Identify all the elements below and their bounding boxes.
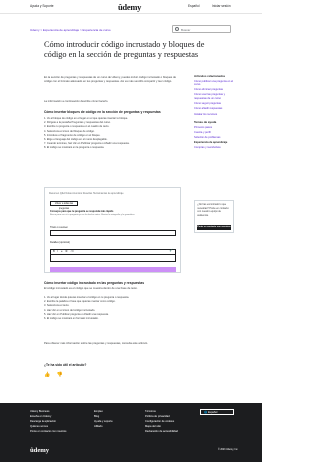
- details-textarea: [50, 254, 176, 262]
- qa-screenshot: Resumen Q&A Notas Anuncios Reseñas Herra…: [44, 187, 181, 273]
- section-heading-code-blocks: Cómo insertar bloques de código en la se…: [44, 110, 161, 114]
- footer-logo[interactable]: ûdemy: [30, 447, 49, 454]
- footer-link[interactable]: Afiliado: [94, 424, 113, 429]
- contact-box-text: ¿No has encontrado lo que necesitas? Pon…: [197, 203, 229, 217]
- title-field: [50, 230, 176, 236]
- help-link[interactable]: Ayuda y Soporte: [30, 4, 54, 8]
- top-bar: Ayuda y Soporte ûdemy Español Iniciar se…: [0, 0, 262, 14]
- udemy-logo[interactable]: ûdemy: [118, 2, 141, 12]
- login-link[interactable]: Iniciar sesión: [212, 4, 231, 8]
- tips-text: Busca para ver si tu pregunta ya se ha h…: [50, 214, 135, 216]
- thumbs-up-icon[interactable]: 👍: [44, 372, 50, 378]
- intro-paragraph: En la sección de preguntas y respuestas …: [44, 76, 177, 83]
- details-field-label: Detalles (opcional): [50, 241, 70, 244]
- title-field-label: Título o resumen: [50, 226, 68, 229]
- related-articles-title: Artículos relacionados: [194, 74, 226, 78]
- contact-us-button[interactable]: Ponte en contacto con nosotros: [197, 225, 231, 230]
- feedback-question: ¿Te ha sido útil el artículo?: [44, 363, 87, 367]
- related-article-link[interactable]: Instalar los recursos: [194, 113, 234, 117]
- related-article-link[interactable]: Cómo usar las preguntas y respuestas de …: [194, 93, 234, 100]
- section2-outro: Para obtener más información sobre las p…: [44, 342, 148, 345]
- list-item: 6. El código se mostrará en formato incr…: [44, 317, 99, 321]
- related-article-link[interactable]: Cómo eliminar preguntas: [194, 88, 234, 92]
- help-topic-link[interactable]: Cuenta y perfil: [194, 131, 234, 135]
- search-icon: [175, 27, 179, 32]
- back-to-questions-button: Volver a todas las preguntas: [50, 201, 78, 210]
- steps-inline-code: 1. Ve al lugar donde quieras insertar el…: [44, 296, 129, 321]
- related-article-link[interactable]: Cómo seguir preguntas: [194, 102, 234, 106]
- language-link[interactable]: Español: [188, 4, 200, 8]
- footer-link[interactable]: Ponte en contacto con nosotros: [30, 429, 66, 434]
- related-articles: Artículos relacionados Cómo publicar una…: [194, 74, 234, 152]
- language-selector[interactable]: 🌐 Español: [200, 409, 234, 415]
- help-topics-title: Temas de ayuda: [194, 120, 217, 125]
- footer-column-1: Udemy Business Enseña en Udemy Descarga …: [30, 409, 66, 434]
- section-heading-inline-code: Cómo insertar código incrustado en las p…: [44, 281, 145, 285]
- course-tabs: Resumen Q&A Notas Anuncios Reseñas Herra…: [49, 192, 124, 195]
- help-topic-link[interactable]: Compras y reembolsos: [194, 146, 234, 150]
- footer-column-3: Términos Política de privacidad Configur…: [145, 409, 178, 434]
- search-placeholder: Buscar: [181, 28, 191, 32]
- related-article-link[interactable]: Cómo publicar una pregunta en el curso: [194, 80, 234, 87]
- check-icon: ✓: [169, 248, 174, 254]
- help-topic-link-active[interactable]: Experiencia de aprendizaje: [194, 141, 234, 145]
- related-article-link[interactable]: Cómo añadir respuestas: [194, 107, 234, 111]
- copyright: © 2023 Udemy, Inc.: [218, 449, 239, 451]
- publish-button: [50, 267, 176, 272]
- breadcrumb[interactable]: Udemy > Experiencia de aprendizaje > Exp…: [30, 28, 111, 32]
- page-title: Cómo introducir código incrustado y bloq…: [44, 40, 205, 59]
- help-topic-link[interactable]: Solución de problemas: [194, 136, 234, 140]
- steps-code-blocks: 1. Ve al bloque de código en el lugar en…: [44, 117, 130, 151]
- intro-note: La información a continuación describe c…: [44, 100, 109, 103]
- help-topic-link[interactable]: Primeros pasos: [194, 126, 234, 130]
- footer-column-2: Empleo Blog Ayuda y soporte Afiliado: [94, 409, 113, 429]
- list-item: 8. El código se mostrará en la pregunta …: [44, 146, 105, 150]
- section2-intro: El código incrustado es el código que se…: [44, 287, 138, 290]
- tips-title: Consejos para que tu pregunta se respond…: [50, 210, 114, 213]
- search-input[interactable]: Buscar: [172, 25, 231, 33]
- feedback-buttons: 👍 👎: [44, 372, 63, 378]
- thumbs-down-icon[interactable]: 👎: [57, 372, 63, 378]
- contact-box: ¿No has encontrado lo que necesitas? Pon…: [194, 200, 234, 233]
- footer-link[interactable]: Declaración de accesibilidad: [145, 429, 178, 434]
